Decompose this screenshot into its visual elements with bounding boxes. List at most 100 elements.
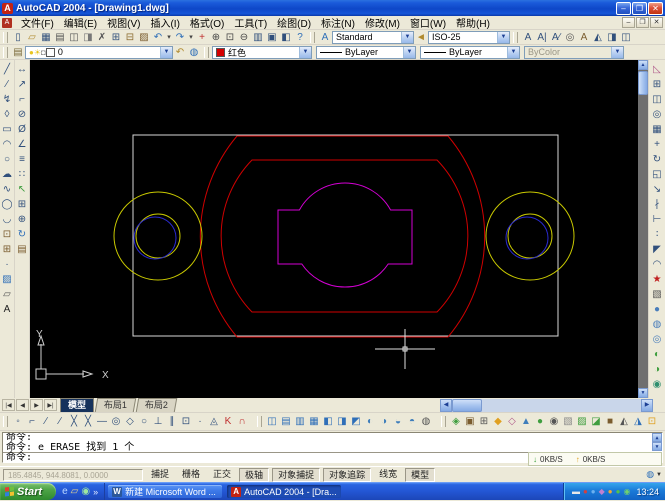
status-toggle-lineweight[interactable]: 线宽	[374, 468, 402, 482]
doc-minimize-button[interactable]: –	[622, 17, 635, 28]
convert-text-button[interactable]: ◫	[619, 30, 633, 44]
dimension-style-button[interactable]: ▤	[15, 242, 29, 257]
explode-button[interactable]: ★	[650, 272, 664, 287]
menu-help[interactable]: 帮助(H)	[451, 19, 495, 30]
snap-to-quadrant-button[interactable]: ◇	[123, 414, 137, 430]
tray-tray-green-icon[interactable]: ●	[616, 483, 621, 501]
solids-sphere-button[interactable]: ●	[650, 302, 664, 317]
status-toggle-model-space[interactable]: 模型	[405, 467, 436, 482]
snap-to-tangent-button[interactable]: ○	[137, 414, 151, 430]
front-view-button[interactable]: ◨	[335, 414, 349, 430]
menu-format[interactable]: 格式(O)	[185, 19, 229, 30]
render-preferences-button[interactable]: ◭	[617, 414, 631, 430]
start-button[interactable]: Start	[0, 483, 57, 500]
hscroll-track[interactable]	[482, 399, 641, 412]
left-hole-circle[interactable]	[133, 216, 177, 260]
redo-button[interactable]: ↷	[173, 30, 187, 44]
tab-nav-button-1[interactable]: ◀	[16, 399, 29, 411]
doc-close-button[interactable]: ✕	[650, 17, 663, 28]
scroll-down-icon[interactable]: ▼	[638, 388, 648, 398]
right-hole-circle[interactable]	[505, 216, 549, 260]
match-properties-button[interactable]: ▨	[137, 30, 151, 44]
snap-to-extension-button[interactable]: —	[95, 414, 109, 430]
left-view-button[interactable]: ▦	[307, 414, 321, 430]
combo-dropdown-icon[interactable]: ▼	[160, 46, 172, 58]
layer-states-button[interactable]: ◍	[187, 45, 201, 59]
minimize-button[interactable]: –	[616, 1, 631, 15]
solids-cylinder-button[interactable]: ◍	[650, 317, 664, 332]
zoom-window-button[interactable]: ⊡	[223, 30, 237, 44]
scroll-thumb[interactable]	[638, 71, 648, 95]
status-menu-arrow-icon[interactable]: ▼	[656, 472, 662, 478]
quick-launch-media-player-icon[interactable]: ◉	[81, 483, 90, 501]
sw-isometric-button[interactable]: ◐	[363, 414, 377, 430]
snap-to-intersection-button[interactable]: ╳	[67, 414, 81, 430]
snap-to-midpoint-button[interactable]: ∕	[53, 414, 67, 430]
rotate-button[interactable]: ↻	[650, 152, 664, 167]
hatch-button[interactable]: ▨	[0, 272, 14, 287]
ellipse-arc-button[interactable]: ◡	[0, 212, 14, 227]
toolbar-grip[interactable]	[513, 31, 518, 43]
materials-button[interactable]: ◇	[505, 414, 519, 430]
plot-button[interactable]: ▤	[53, 30, 67, 44]
move-button[interactable]: +	[650, 137, 664, 152]
undo-button[interactable]: ↶	[151, 30, 165, 44]
right-view-button[interactable]: ◧	[321, 414, 335, 430]
combo-dropdown-icon[interactable]: ▼	[401, 31, 413, 43]
toolbar-grip[interactable]	[3, 46, 8, 58]
lineweight-combo[interactable]: ByLayer ▼	[420, 45, 520, 59]
open-button[interactable]: ▱	[25, 30, 39, 44]
tab-nav-button-2[interactable]: ▶	[30, 399, 43, 411]
menu-dimension[interactable]: 标注(N)	[316, 19, 360, 30]
offset-button[interactable]: ◎	[650, 107, 664, 122]
erase-button[interactable]: ◺	[650, 62, 664, 77]
osnap-settings-button[interactable]: ∩	[235, 414, 249, 430]
tray-tray-blue-icon[interactable]: ●	[591, 483, 596, 501]
baseline-dimension-button[interactable]: ≡	[15, 152, 29, 167]
snap-to-insert-button[interactable]: ⊡	[179, 414, 193, 430]
menu-window[interactable]: 窗口(W)	[405, 19, 451, 30]
snap-to-parallel-button[interactable]: ∥	[165, 414, 179, 430]
tab-layout2[interactable]: 布局2	[135, 398, 178, 412]
magenta-cam-profile[interactable]	[277, 182, 413, 288]
cmd-scroll-up-icon[interactable]: ▲	[652, 433, 662, 442]
linetype-combo[interactable]: ByLayer ▼	[316, 45, 416, 59]
communication-center-icon[interactable]: ◍	[646, 469, 654, 480]
combo-dropdown-icon[interactable]: ▼	[299, 46, 311, 58]
snap-to-nearest-button[interactable]: ◬	[207, 414, 221, 430]
break-button[interactable]: ∶	[650, 227, 664, 242]
linear-dimension-button[interactable]: ↔	[15, 62, 29, 77]
scroll-track[interactable]	[638, 95, 648, 388]
se-isometric-button[interactable]: ◑	[377, 414, 391, 430]
top-view-button[interactable]: ▤	[279, 414, 293, 430]
zoom-previous-button[interactable]: ⊖	[237, 30, 251, 44]
aligned-dimension-button[interactable]: ↗	[15, 77, 29, 92]
new-button[interactable]: ▯	[11, 30, 25, 44]
scale-text-button[interactable]: ◭	[591, 30, 605, 44]
status-toggle-ortho[interactable]: 正交	[208, 468, 236, 482]
part-outline-rect[interactable]	[132, 134, 559, 337]
multiline-text-button[interactable]: A	[521, 30, 535, 44]
layer-combo[interactable]: ● ☀ ◘ 0 ▼	[25, 45, 173, 59]
scroll-right-icon[interactable]: ▶	[641, 399, 653, 412]
layer-properties-manager-button[interactable]: ▤	[11, 45, 25, 59]
named-views-button[interactable]: ◫	[265, 414, 279, 430]
tray-tray-red-icon[interactable]: ●	[583, 483, 588, 501]
tray-tray-shield-icon[interactable]: ◉	[623, 483, 630, 501]
toolbar-grip[interactable]	[204, 46, 209, 58]
bottom-view-button[interactable]: ▥	[293, 414, 307, 430]
cmd-scroll-down-icon[interactable]: ▼	[652, 442, 662, 451]
toolbar-grip[interactable]	[3, 31, 8, 43]
stretch-button[interactable]: ↘	[650, 182, 664, 197]
dim-style-manager-button[interactable]: ◄	[414, 30, 428, 44]
snap-to-none-button[interactable]: K	[221, 414, 235, 430]
tray-tray-orange-icon[interactable]: ●	[608, 483, 613, 501]
insert-block-button[interactable]: ⊡	[0, 227, 14, 242]
continue-dimension-button[interactable]: ∷	[15, 167, 29, 182]
solids-torus-button[interactable]: ◎	[650, 332, 664, 347]
text-style-combo[interactable]: Standard ▼	[332, 30, 414, 44]
redo-options-button[interactable]: ▾	[187, 30, 195, 44]
radius-dimension-button[interactable]: ⊘	[15, 107, 29, 122]
mtext-button[interactable]: A	[0, 302, 14, 317]
copy-clip-button[interactable]: ⊞	[109, 30, 123, 44]
